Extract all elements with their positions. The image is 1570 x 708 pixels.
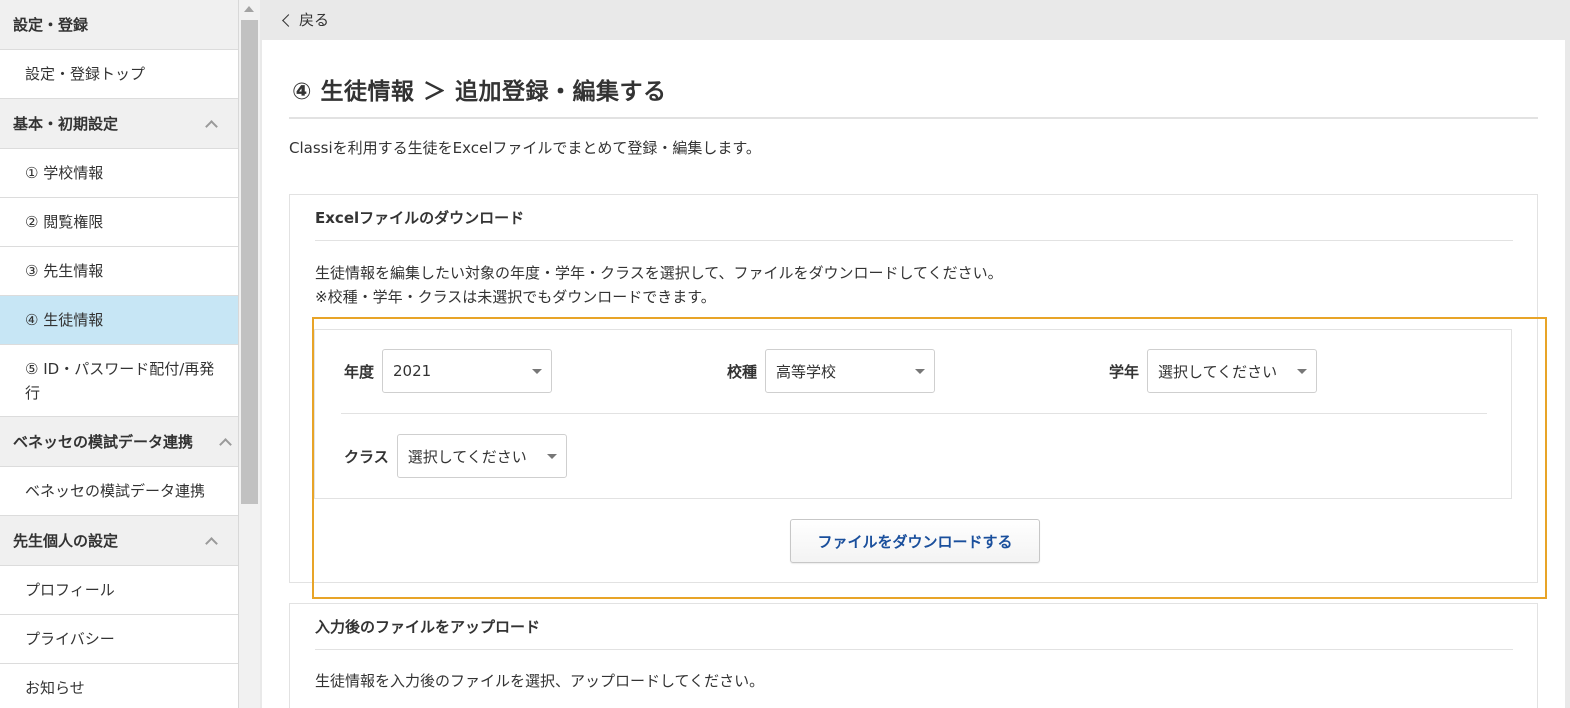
sidebar-item-label: ベネッセの模試データ連携 — [25, 482, 206, 500]
sidebar-item-label: 設定・登録トップ — [25, 65, 146, 83]
download-heading: Excelファイルのダウンロード — [315, 209, 525, 227]
sidebar-item-label: プライバシー — [25, 630, 115, 648]
chevron-up-icon[interactable] — [206, 536, 216, 546]
chevron-up-icon[interactable] — [220, 437, 230, 447]
school-type-label: 校種 — [727, 362, 758, 381]
grade-field: 学年 選択してください — [1109, 349, 1318, 393]
upload-heading: 入力後のファイルをアップロード — [315, 618, 541, 636]
download-panel: Excelファイルのダウンロード 生徒情報を編集したい対象の年度・学年・クラスを… — [289, 194, 1538, 583]
year-label: 年度 — [344, 362, 375, 381]
download-file-button[interactable]: ファイルをダウンロードする — [790, 519, 1040, 563]
sidebar-section-label: ベネッセの模試データ連携 — [13, 433, 194, 451]
sidebar-item-benesse-link[interactable]: ベネッセの模試データ連携 — [0, 467, 238, 516]
caret-down-icon — [546, 454, 557, 459]
sidebar-item-student-info[interactable]: ④ 生徒情報 — [0, 296, 238, 345]
class-select[interactable]: 選択してください — [396, 434, 567, 478]
sidebar-section-settings: 設定・登録 — [0, 0, 238, 50]
sidebar-item-label: お知らせ — [25, 679, 85, 697]
year-select-value: 2021 — [393, 362, 432, 380]
grade-label: 学年 — [1109, 362, 1140, 381]
sidebar-item-label: ② 閲覧権限 — [25, 213, 104, 231]
topbar: 戻る — [260, 0, 1570, 40]
school-type-select[interactable]: 高等学校 — [765, 349, 936, 393]
class-label: クラス — [344, 447, 389, 466]
grade-select-value: 選択してください — [1158, 362, 1278, 381]
download-description-note: ※校種・学年・クラスは未選択でもダウンロードできます。 — [315, 288, 716, 306]
panel-divider — [315, 240, 1513, 241]
sidebar-item-privacy[interactable]: プライバシー — [0, 615, 238, 664]
caret-down-icon — [532, 369, 543, 374]
scrollbar-thumb[interactable] — [241, 20, 258, 504]
title-divider — [289, 117, 1538, 119]
sidebar-item-teacher-info[interactable]: ③ 先生情報 — [0, 247, 238, 296]
grade-select[interactable]: 選択してください — [1147, 349, 1318, 393]
sidebar-item-label: ① 学校情報 — [25, 164, 104, 182]
filter-box: 年度 2021 校種 高等学校 学年 選択してください クラス 選択してください — [314, 329, 1512, 499]
sidebar-section-label: 設定・登録 — [13, 16, 89, 34]
sidebar-scrollbar[interactable] — [239, 0, 260, 708]
download-description-line: 生徒情報を編集したい対象の年度・学年・クラスを選択して、ファイルをダウンロードし… — [315, 264, 1003, 282]
sidebar-item-label: ⑤ ID・パスワード配付/再発行 — [25, 359, 215, 402]
sidebar: 設定・登録 設定・登録トップ 基本・初期設定 ① 学校情報 ② 閲覧権限 ③ 先… — [0, 0, 239, 708]
panel-divider — [315, 649, 1513, 650]
page-title: ④ 生徒情報 ＞ 追加登録・編集する — [292, 79, 667, 105]
school-type-select-value: 高等学校 — [776, 362, 837, 381]
upload-panel: 入力後のファイルをアップロード 生徒情報を入力後のファイルを選択、アップロードし… — [289, 603, 1538, 708]
year-field: 年度 2021 — [344, 349, 553, 393]
sidebar-item-school-info[interactable]: ① 学校情報 — [0, 149, 238, 198]
filter-divider — [341, 413, 1487, 414]
caret-down-icon — [915, 369, 926, 374]
class-select-value: 選択してください — [407, 447, 527, 466]
sidebar-item-label: プロフィール — [25, 581, 115, 599]
back-link[interactable]: 戻る — [282, 9, 330, 30]
sidebar-item-label: ④ 生徒情報 — [25, 311, 104, 329]
sidebar-section-basic[interactable]: 基本・初期設定 — [0, 99, 238, 149]
sidebar-item-permissions[interactable]: ② 閲覧権限 — [0, 198, 238, 247]
caret-down-icon — [1297, 369, 1308, 374]
year-select[interactable]: 2021 — [382, 349, 553, 393]
sidebar-item-profile[interactable]: プロフィール — [0, 566, 238, 615]
sidebar-section-label: 基本・初期設定 — [13, 115, 119, 133]
sidebar-item-id-password[interactable]: ⑤ ID・パスワード配付/再発行 — [0, 345, 238, 417]
upload-description: 生徒情報を入力後のファイルを選択、アップロードしてください。 — [315, 672, 765, 690]
school-type-field: 校種 高等学校 — [727, 349, 936, 393]
sidebar-section-label: 先生個人の設定 — [13, 532, 119, 550]
sidebar-item-settings-top[interactable]: 設定・登録トップ — [0, 50, 238, 99]
chevron-up-icon[interactable] — [206, 119, 216, 129]
back-link-label: 戻る — [299, 11, 330, 29]
page-intro: Classiを利用する生徒をExcelファイルでまとめて登録・編集します。 — [289, 139, 761, 157]
download-description: 生徒情報を編集したい対象の年度・学年・クラスを選択して、ファイルをダウンロードし… — [315, 261, 1003, 309]
scroll-up-arrow-icon[interactable] — [244, 6, 254, 12]
chevron-left-icon — [282, 13, 295, 27]
sidebar-section-personal[interactable]: 先生個人の設定 — [0, 516, 238, 566]
sidebar-item-label: ③ 先生情報 — [25, 262, 104, 280]
main-content: ④ 生徒情報 ＞ 追加登録・編集する Classiを利用する生徒をExcelファ… — [262, 40, 1565, 708]
class-field: クラス 選択してください — [344, 434, 567, 478]
sidebar-item-notices[interactable]: お知らせ — [0, 664, 238, 708]
sidebar-section-benesse[interactable]: ベネッセの模試データ連携 — [0, 417, 238, 467]
